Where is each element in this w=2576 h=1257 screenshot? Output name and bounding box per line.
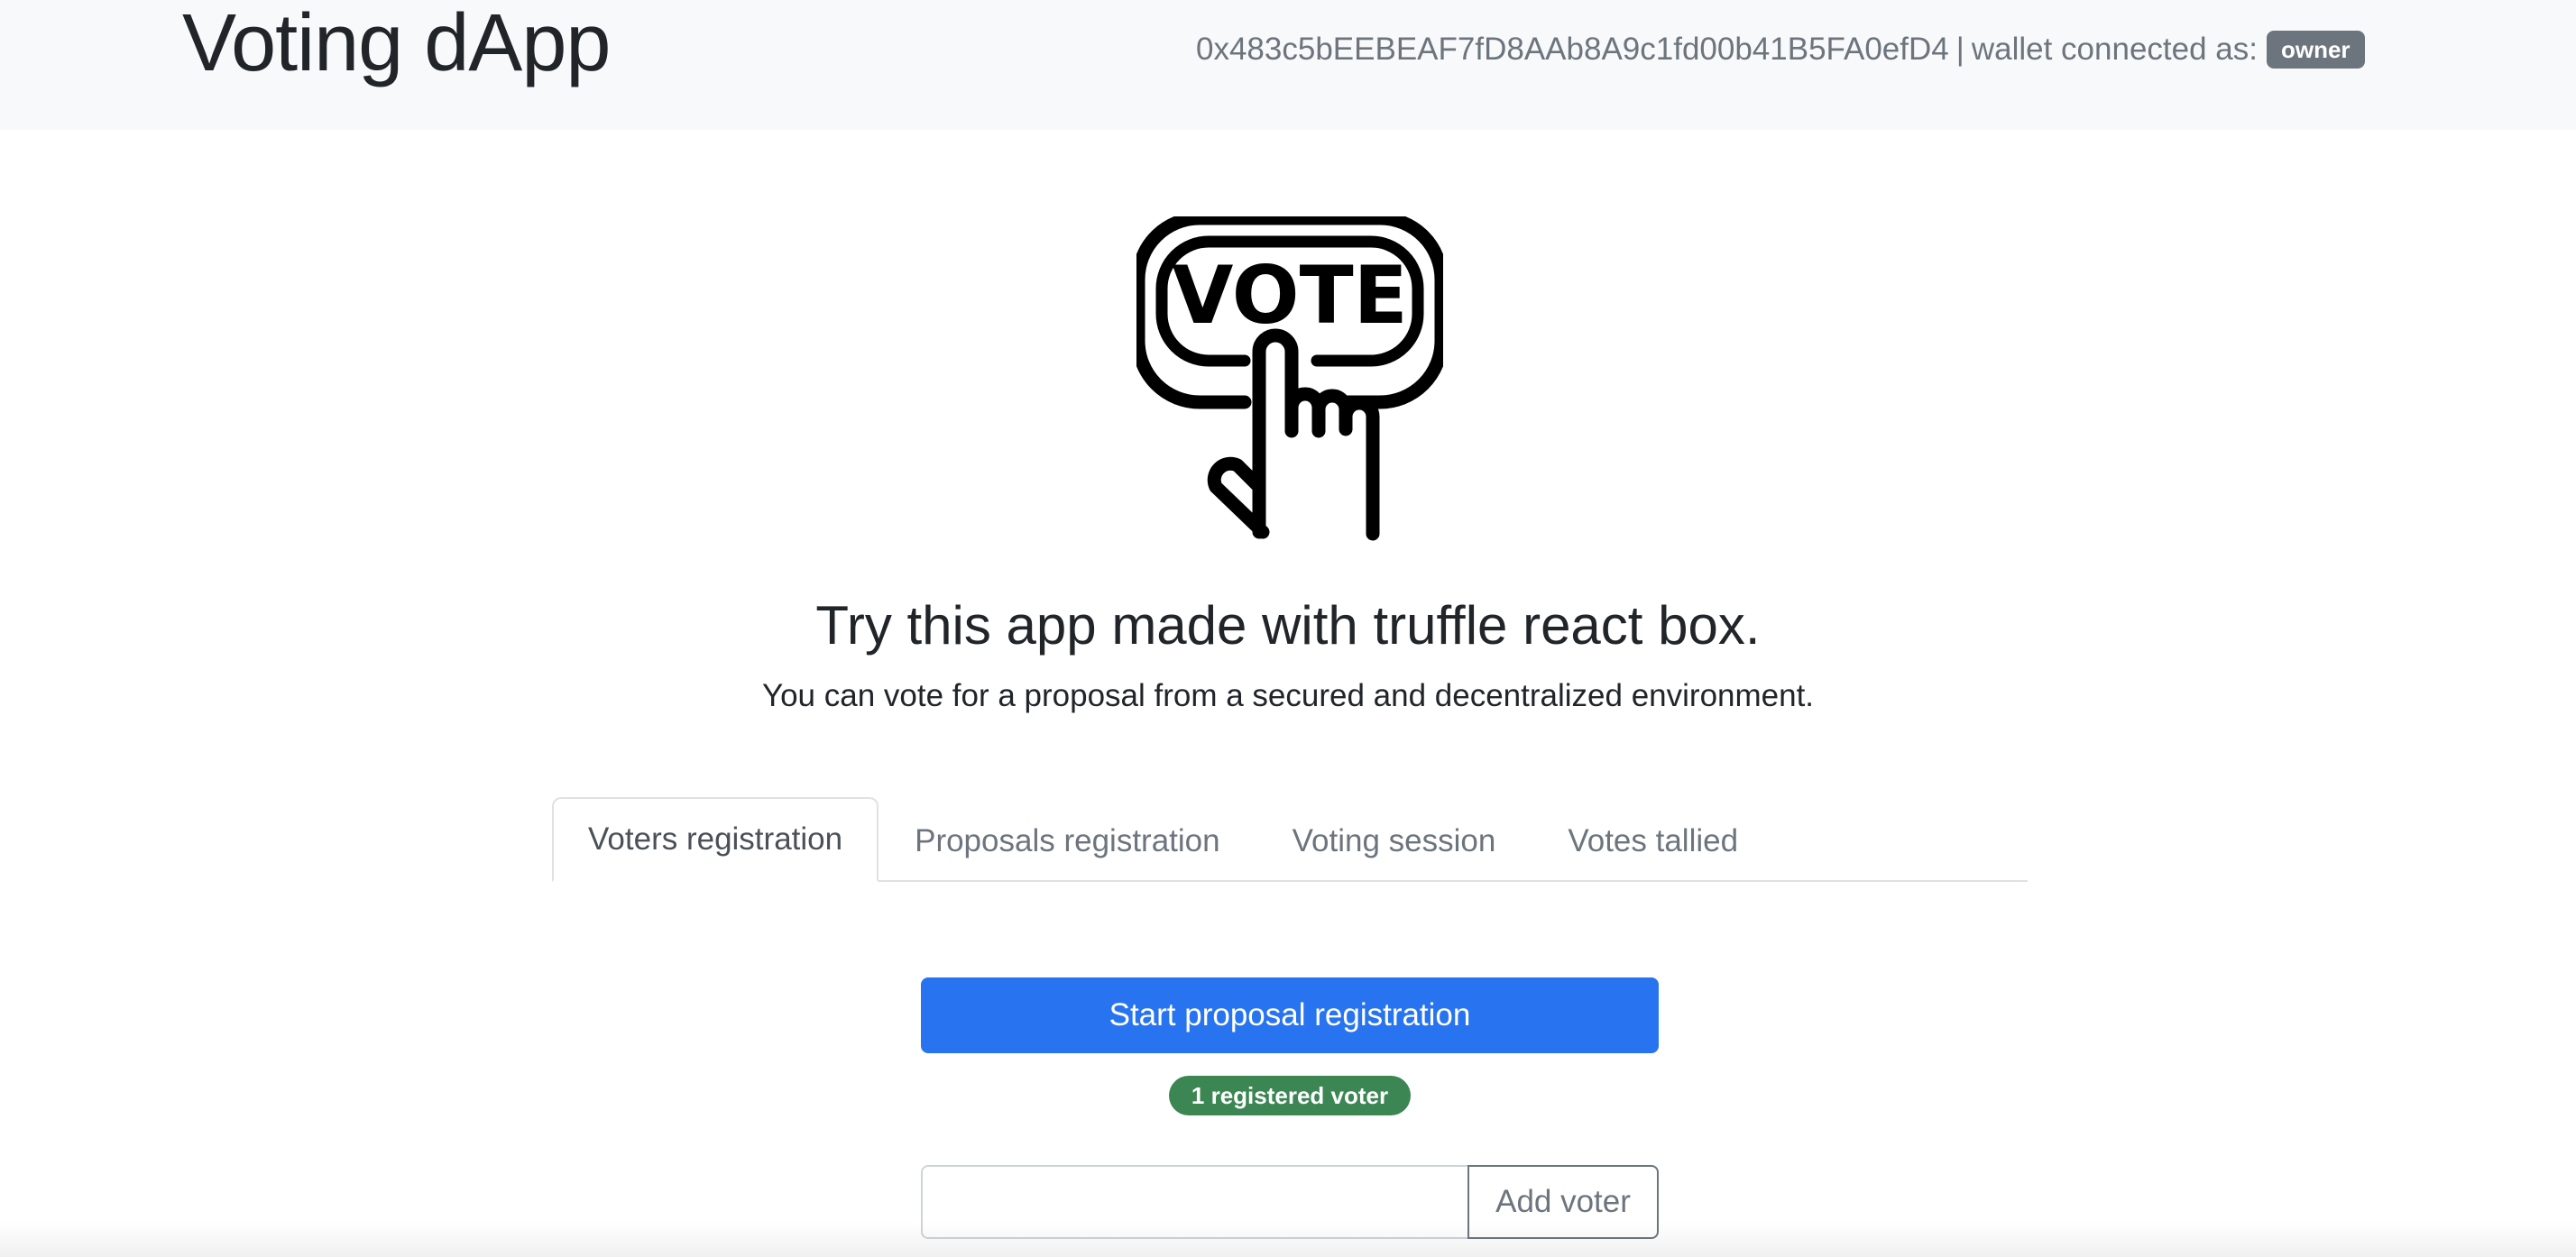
wallet-address: 0x483c5bEEBEAF7fD8AAb8A9c1fd00b41B5FA0ef… <box>1196 32 1949 67</box>
start-proposal-registration-button[interactable]: Start proposal registration <box>921 977 1659 1053</box>
vote-logo-text: VOTE <box>1172 249 1408 342</box>
wallet-separator: | <box>1955 32 1964 67</box>
tab-voters-registration[interactable]: Voters registration <box>552 797 879 882</box>
header-bar: Voting dApp 0x483c5bEEBEAF7fD8AAb8A9c1fd… <box>0 0 2576 130</box>
hero-title: Try this app made with truffle react box… <box>815 595 1761 656</box>
role-badge: owner <box>2266 31 2365 69</box>
workflow-tabs: Voters registration Proposals registrati… <box>552 797 2028 882</box>
tab-votes-tallied[interactable]: Votes tallied <box>1532 799 1774 882</box>
tab-proposals-registration[interactable]: Proposals registration <box>879 799 1256 882</box>
wallet-info: 0x483c5bEEBEAF7fD8AAb8A9c1fd00b41B5FA0ef… <box>1196 27 2365 72</box>
add-voter-form: Add voter <box>921 1165 1659 1239</box>
voter-address-input[interactable] <box>921 1165 1467 1239</box>
wallet-connected-label: wallet connected as: <box>1971 32 2258 67</box>
add-voter-button[interactable]: Add voter <box>1467 1165 1659 1239</box>
hero-subtitle: You can vote for a proposal from a secur… <box>761 678 1815 713</box>
vote-logo-icon: VOTE <box>1131 211 1449 550</box>
tab-voting-session[interactable]: Voting session <box>1256 799 1532 882</box>
app-title: Voting dApp <box>182 0 611 88</box>
registered-voter-count-badge: 1 registered voter <box>1169 1076 1411 1115</box>
